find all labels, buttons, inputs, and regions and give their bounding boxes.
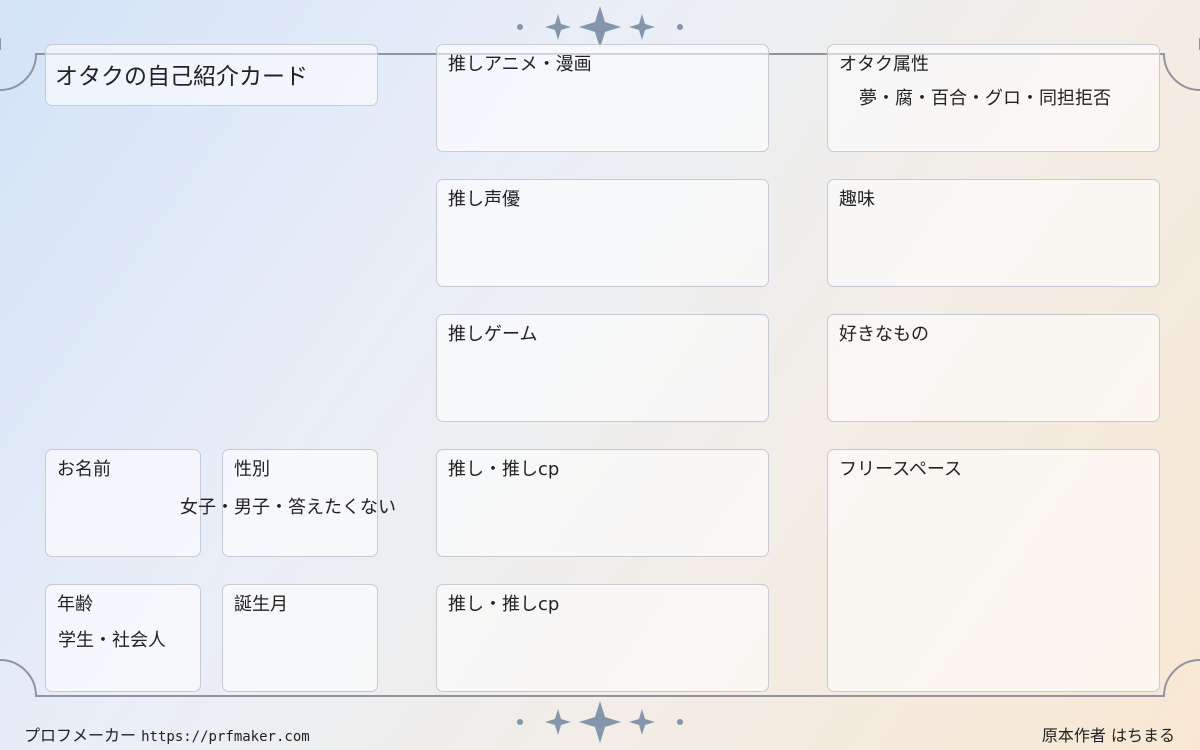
sparkle-ornament-top-icon <box>517 6 683 48</box>
game-card[interactable]: 推しゲーム <box>436 314 769 422</box>
likes-card[interactable]: 好きなもの <box>827 314 1160 422</box>
otaku-attributes-label: オタク属性 <box>839 54 929 75</box>
oshi-cp-card-2[interactable]: 推し・推しcp <box>436 584 769 692</box>
anime-manga-card[interactable]: 推しアニメ・漫画 <box>436 44 769 152</box>
otaku-attributes-options: 夢・腐・百合・グロ・同担拒否 <box>859 88 1111 109</box>
oshi-cp-card-1[interactable]: 推し・推しcp <box>436 449 769 557</box>
voice-actor-card[interactable]: 推し声優 <box>436 179 769 287</box>
oshi-cp-label-1: 推し・推しcp <box>448 459 560 480</box>
page-title: オタクの自己紹介カード <box>55 64 308 90</box>
gender-options: 女子・男子・答えたくない <box>180 497 396 518</box>
footer-author: 原本作者 はちまる <box>1041 726 1175 745</box>
hobby-label: 趣味 <box>839 189 875 210</box>
hobby-card[interactable]: 趣味 <box>827 179 1160 287</box>
maker-url-link[interactable]: https://prfmaker.com <box>141 729 310 745</box>
oshi-cp-label-2: 推し・推しcp <box>448 594 560 615</box>
birth-month-label: 誕生月 <box>234 594 288 615</box>
name-label: お名前 <box>57 459 111 480</box>
footer-maker: プロフメーカー https://prfmaker.com <box>24 726 310 747</box>
title-card: オタクの自己紹介カード <box>45 44 378 106</box>
birth-month-card[interactable]: 誕生月 <box>222 584 378 692</box>
age-card[interactable]: 年齢 学生・社会人 <box>45 584 201 692</box>
age-options: 学生・社会人 <box>58 630 166 651</box>
free-space-card[interactable]: フリースペース <box>827 449 1160 692</box>
gender-label: 性別 <box>234 459 270 480</box>
sparkle-ornament-bottom-icon <box>517 701 683 743</box>
free-space-label: フリースペース <box>839 459 962 480</box>
likes-label: 好きなもの <box>839 324 929 345</box>
maker-label: プロフメーカー <box>24 726 137 745</box>
voice-actor-label: 推し声優 <box>448 189 520 210</box>
game-label: 推しゲーム <box>448 324 538 345</box>
age-label: 年齢 <box>57 594 93 615</box>
name-card[interactable]: お名前 <box>45 449 201 557</box>
anime-manga-label: 推しアニメ・漫画 <box>448 54 592 75</box>
otaku-attributes-card[interactable]: オタク属性 夢・腐・百合・グロ・同担拒否 <box>827 44 1160 152</box>
